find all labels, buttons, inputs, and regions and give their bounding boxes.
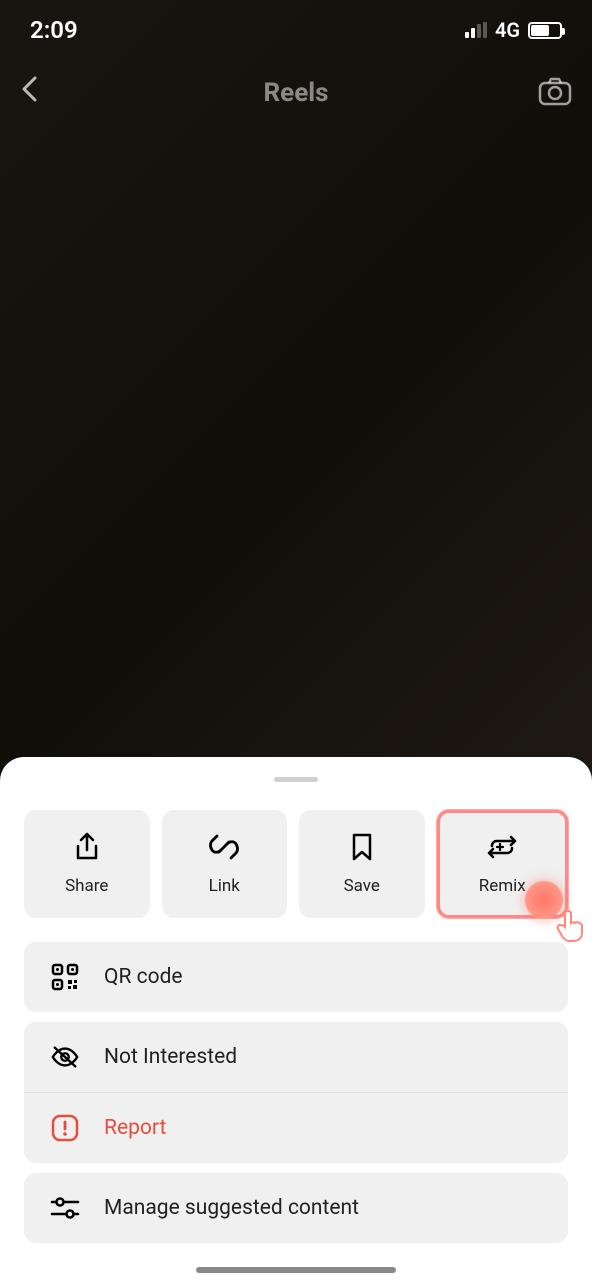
network-label: 4G — [495, 18, 520, 42]
manage-content-item[interactable]: Manage suggested content — [24, 1173, 568, 1243]
not-interested-item[interactable]: Not Interested — [24, 1022, 568, 1093]
battery-icon — [528, 22, 562, 39]
link-label: Link — [209, 876, 240, 896]
qr-code-label: QR code — [104, 965, 183, 989]
link-icon — [209, 832, 239, 862]
bookmark-icon — [347, 832, 377, 862]
remix-icon — [487, 832, 517, 862]
save-label: Save — [344, 876, 380, 896]
touch-cursor-icon — [525, 881, 577, 933]
share-icon — [72, 832, 102, 862]
remix-button[interactable]: Remix — [437, 810, 569, 918]
home-indicator[interactable] — [196, 1267, 396, 1273]
link-button[interactable]: Link — [162, 810, 288, 918]
share-label: Share — [65, 876, 108, 896]
qr-code-icon — [50, 962, 80, 992]
qr-code-item[interactable]: QR code — [24, 942, 568, 1012]
drag-handle[interactable] — [274, 777, 318, 782]
menu-list: QR code Not Interested — [0, 942, 592, 1243]
status-time: 2:09 — [30, 16, 78, 44]
report-label: Report — [104, 1116, 166, 1140]
back-button[interactable] — [20, 75, 38, 110]
sliders-icon — [50, 1193, 80, 1223]
not-interested-label: Not Interested — [104, 1045, 237, 1069]
eye-off-icon — [50, 1042, 80, 1072]
status-bar: 2:09 4G — [0, 0, 592, 60]
feedback-group: Not Interested Report — [24, 1022, 568, 1163]
alert-icon — [50, 1113, 80, 1143]
share-button[interactable]: Share — [24, 810, 150, 918]
remix-label: Remix — [479, 876, 526, 896]
action-grid: Share Link Save — [0, 810, 592, 918]
page-title: Reels — [264, 78, 329, 108]
manage-content-label: Manage suggested content — [104, 1196, 359, 1220]
action-sheet: Share Link Save — [0, 757, 592, 1283]
nav-bar: Reels — [0, 75, 592, 110]
report-item[interactable]: Report — [24, 1093, 568, 1163]
signal-icon — [465, 22, 487, 38]
camera-button[interactable] — [538, 76, 572, 110]
save-button[interactable]: Save — [299, 810, 425, 918]
